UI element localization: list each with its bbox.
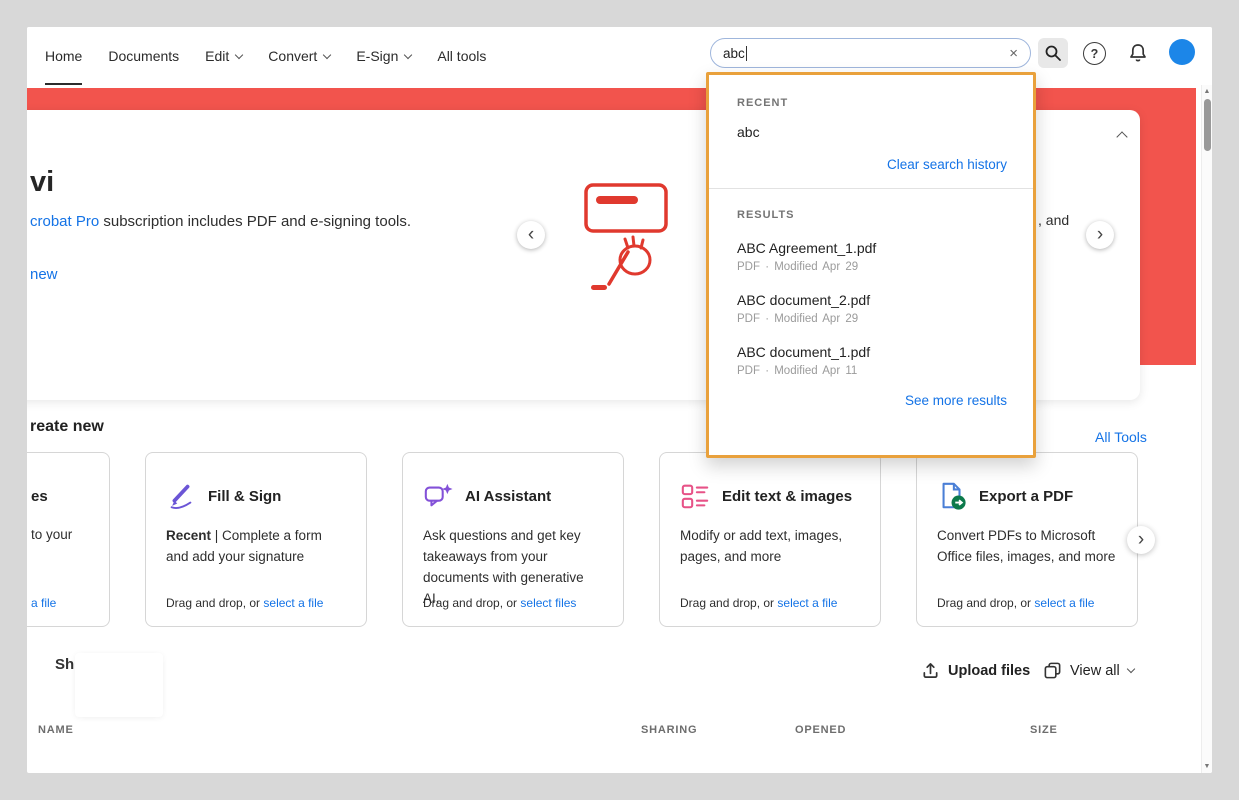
card-footer: Drag and drop, or select a file <box>166 596 323 610</box>
view-all-button[interactable]: View all <box>1043 661 1134 680</box>
upload-files-button[interactable]: Upload files <box>921 661 1030 680</box>
help-icon[interactable]: ? <box>1083 42 1106 65</box>
cards-next-button[interactable]: › <box>1127 526 1155 554</box>
column-header-opened[interactable]: OPENED <box>795 724 846 736</box>
nav-home[interactable]: Home <box>45 27 82 85</box>
result-title: ABC document_2.pdf <box>737 292 1007 308</box>
search-result-item[interactable]: ABC document_2.pdf PDF · Modified Apr 29 <box>737 292 1007 325</box>
fill-sign-icon <box>166 481 196 511</box>
select-file-link[interactable]: a file <box>31 596 56 610</box>
nav-all-tools[interactable]: All tools <box>437 27 486 85</box>
carousel-text-fragment: , and <box>1038 212 1069 228</box>
nav-edit[interactable]: Edit <box>205 27 242 85</box>
scrollbar[interactable]: ▲ ▼ <box>1201 85 1212 773</box>
card-title: Edit text & images <box>722 488 852 505</box>
chevron-down-icon <box>323 50 331 58</box>
avatar[interactable] <box>1169 39 1195 65</box>
whats-new-link[interactable]: new <box>30 266 58 283</box>
column-header-name[interactable]: NAME <box>38 724 74 736</box>
collapse-banner-button[interactable] <box>1110 124 1134 148</box>
column-header-size[interactable]: SIZE <box>1030 724 1058 736</box>
card-title: AI Assistant <box>465 488 551 505</box>
text-cursor <box>746 46 747 61</box>
chevron-down-icon <box>404 50 412 58</box>
recent-search-item[interactable]: abc <box>737 124 1007 140</box>
nav-esign-label: E-Sign <box>356 48 398 64</box>
tool-cards-row: es to your a file Fill & Sign Recent | C… <box>27 452 1138 627</box>
results-section-label: RESULTS <box>737 209 1007 221</box>
clear-search-icon[interactable]: × <box>1009 46 1018 61</box>
see-more-results-link[interactable]: See more results <box>905 393 1007 408</box>
blurred-overlay <box>75 653 163 717</box>
search-suggestions-panel: RECENT abc Clear search history RESULTS … <box>706 72 1036 458</box>
divider <box>709 188 1033 189</box>
scroll-up-arrow[interactable]: ▲ <box>1202 88 1212 95</box>
tool-card-edit-text-images[interactable]: Edit text & images Modify or add text, i… <box>659 452 881 627</box>
search-button[interactable] <box>1038 38 1068 68</box>
chevron-down-icon <box>1126 665 1134 673</box>
ai-assistant-icon <box>423 481 453 511</box>
search-result-item[interactable]: ABC document_1.pdf PDF · Modified Apr 11 <box>737 344 1007 377</box>
select-files-link[interactable]: select files <box>520 596 576 610</box>
recent-section-label: RECENT <box>737 97 1007 109</box>
screen: Home Documents Edit Convert E-Sign All t… <box>0 0 1239 800</box>
select-file-link[interactable]: select a file <box>1034 596 1094 610</box>
select-file-link[interactable]: select a file <box>263 596 323 610</box>
tool-card-export-pdf[interactable]: Export a PDF Convert PDFs to Microsoft O… <box>916 452 1138 627</box>
view-all-label: View all <box>1070 663 1120 679</box>
result-title: ABC Agreement_1.pdf <box>737 240 1007 256</box>
result-meta: PDF · Modified Apr 29 <box>737 261 1007 273</box>
scrollbar-thumb[interactable] <box>1204 99 1211 151</box>
search-icon <box>1044 44 1062 62</box>
card-footer: Drag and drop, or select files <box>423 596 576 610</box>
card-footer: Drag and drop, or select a file <box>680 596 837 610</box>
card-title: Export a PDF <box>979 488 1073 505</box>
acrobat-pro-link[interactable]: crobat Pro <box>30 213 99 230</box>
tool-card-ai-assistant[interactable]: AI Assistant Ask questions and get key t… <box>402 452 624 627</box>
subscription-text-rest: subscription includes PDF and e-signing … <box>99 213 411 230</box>
card-footer: Drag and drop, or select a file <box>937 596 1094 610</box>
chevron-down-icon <box>235 50 243 58</box>
upload-icon <box>921 661 940 680</box>
card-title: Fill & Sign <box>208 488 281 505</box>
subscription-text: crobat Pro subscription includes PDF and… <box>30 213 411 230</box>
chevron-up-icon <box>1116 131 1127 142</box>
carousel-next-button[interactable]: › <box>1086 221 1114 249</box>
nav-convert[interactable]: Convert <box>268 27 330 85</box>
upload-files-label: Upload files <box>948 663 1030 679</box>
notifications-bell-icon[interactable] <box>1127 42 1149 64</box>
card-description: Convert PDFs to Microsoft Office files, … <box>937 525 1117 567</box>
hero-illustration <box>583 182 683 294</box>
column-header-sharing[interactable]: SHARING <box>641 724 697 736</box>
select-file-link[interactable]: select a file <box>777 596 837 610</box>
files-section-heading: Sh <box>55 656 74 673</box>
search-query-text: abc <box>723 46 745 61</box>
tool-card-cut[interactable]: es to your a file <box>27 452 110 627</box>
edit-text-images-icon <box>680 481 710 511</box>
carousel-prev-button[interactable]: ‹ <box>517 221 545 249</box>
all-tools-link[interactable]: All Tools <box>1095 429 1147 445</box>
card-description: Modify or add text, images, pages, and m… <box>680 525 860 567</box>
nav-convert-label: Convert <box>268 48 317 64</box>
nav-edit-label: Edit <box>205 48 229 64</box>
create-new-heading: reate new <box>30 418 104 436</box>
result-meta: PDF · Modified Apr 11 <box>737 365 1007 377</box>
card-body-fragment: to your <box>31 527 72 542</box>
export-pdf-icon <box>937 481 967 511</box>
search-input[interactable]: abc × <box>710 38 1031 68</box>
nav-documents[interactable]: Documents <box>108 27 179 85</box>
result-meta: PDF · Modified Apr 29 <box>737 313 1007 325</box>
scroll-down-arrow[interactable]: ▼ <box>1202 763 1212 770</box>
acrobat-app-window: Home Documents Edit Convert E-Sign All t… <box>27 27 1212 773</box>
tool-card-fill-sign[interactable]: Fill & Sign Recent | Complete a form and… <box>145 452 367 627</box>
search-result-item[interactable]: ABC Agreement_1.pdf PDF · Modified Apr 2… <box>737 240 1007 273</box>
view-all-icon <box>1043 661 1062 680</box>
clear-search-history-link[interactable]: Clear search history <box>887 157 1007 172</box>
result-title: ABC document_1.pdf <box>737 344 1007 360</box>
nav-esign[interactable]: E-Sign <box>356 27 411 85</box>
card-description: Recent | Complete a form and add your si… <box>166 525 346 567</box>
card-title-fragment: es <box>31 488 48 505</box>
hero-greeting: vi <box>30 166 54 199</box>
